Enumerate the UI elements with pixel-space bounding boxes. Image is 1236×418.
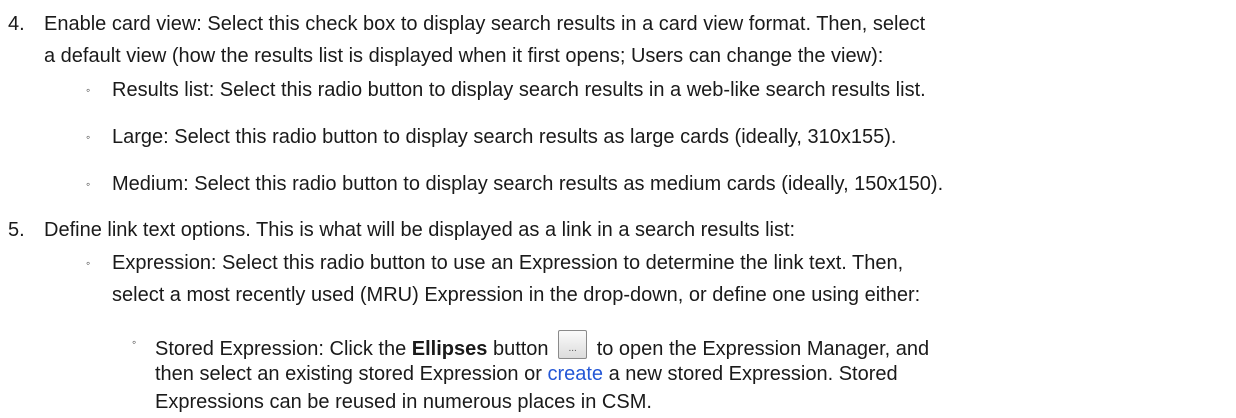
list-number-4: 4. [8,13,25,35]
bullet-icon: ◦ [86,130,91,144]
nested-stored-expression-line-2: then select an existing stored Expressio… [155,363,898,385]
item-4-text-line-2: a default view (how the results list is … [44,45,884,67]
nested-stored-expression-line-1: Stored Expression: Click the Ellipses bu… [155,330,929,361]
create-link[interactable]: create [547,363,603,385]
sub-item-medium: Medium: Select this radio button to disp… [112,173,944,195]
item-5-text-line-1: Define link text options. This is what w… [44,219,796,241]
ellipsis-button-icon: ... [558,330,588,359]
sub-item-expression-line-1: Expression: Select this radio button to … [112,252,904,274]
open-expression-manager-text: to open the Expression Manager, and [596,338,930,360]
sub-item-expression-line-2: select a most recently used (MRU) Expres… [112,284,921,306]
ellipses-bold-label: Ellipses [411,338,488,360]
item-4-text-line-1: Enable card view: Select this check box … [44,13,926,35]
bullet-icon: ◦ [86,256,91,270]
nested-stored-expression-line-3: Expressions can be reused in numerous pl… [155,391,652,413]
bullet-icon: ◦ [86,83,91,97]
sub-item-results-list: Results list: Select this radio button t… [112,79,926,101]
bullet-icon: ◦ [86,177,91,191]
stored-expression-text: Stored Expression: Click the [155,338,412,360]
bullet-icon: ◦ [132,335,137,349]
documentation-page: 4. Enable card view: Select this check b… [0,0,1236,418]
sub-item-large: Large: Select this radio button to displ… [112,126,897,148]
button-word: button [487,338,549,360]
list-number-5: 5. [8,219,25,241]
